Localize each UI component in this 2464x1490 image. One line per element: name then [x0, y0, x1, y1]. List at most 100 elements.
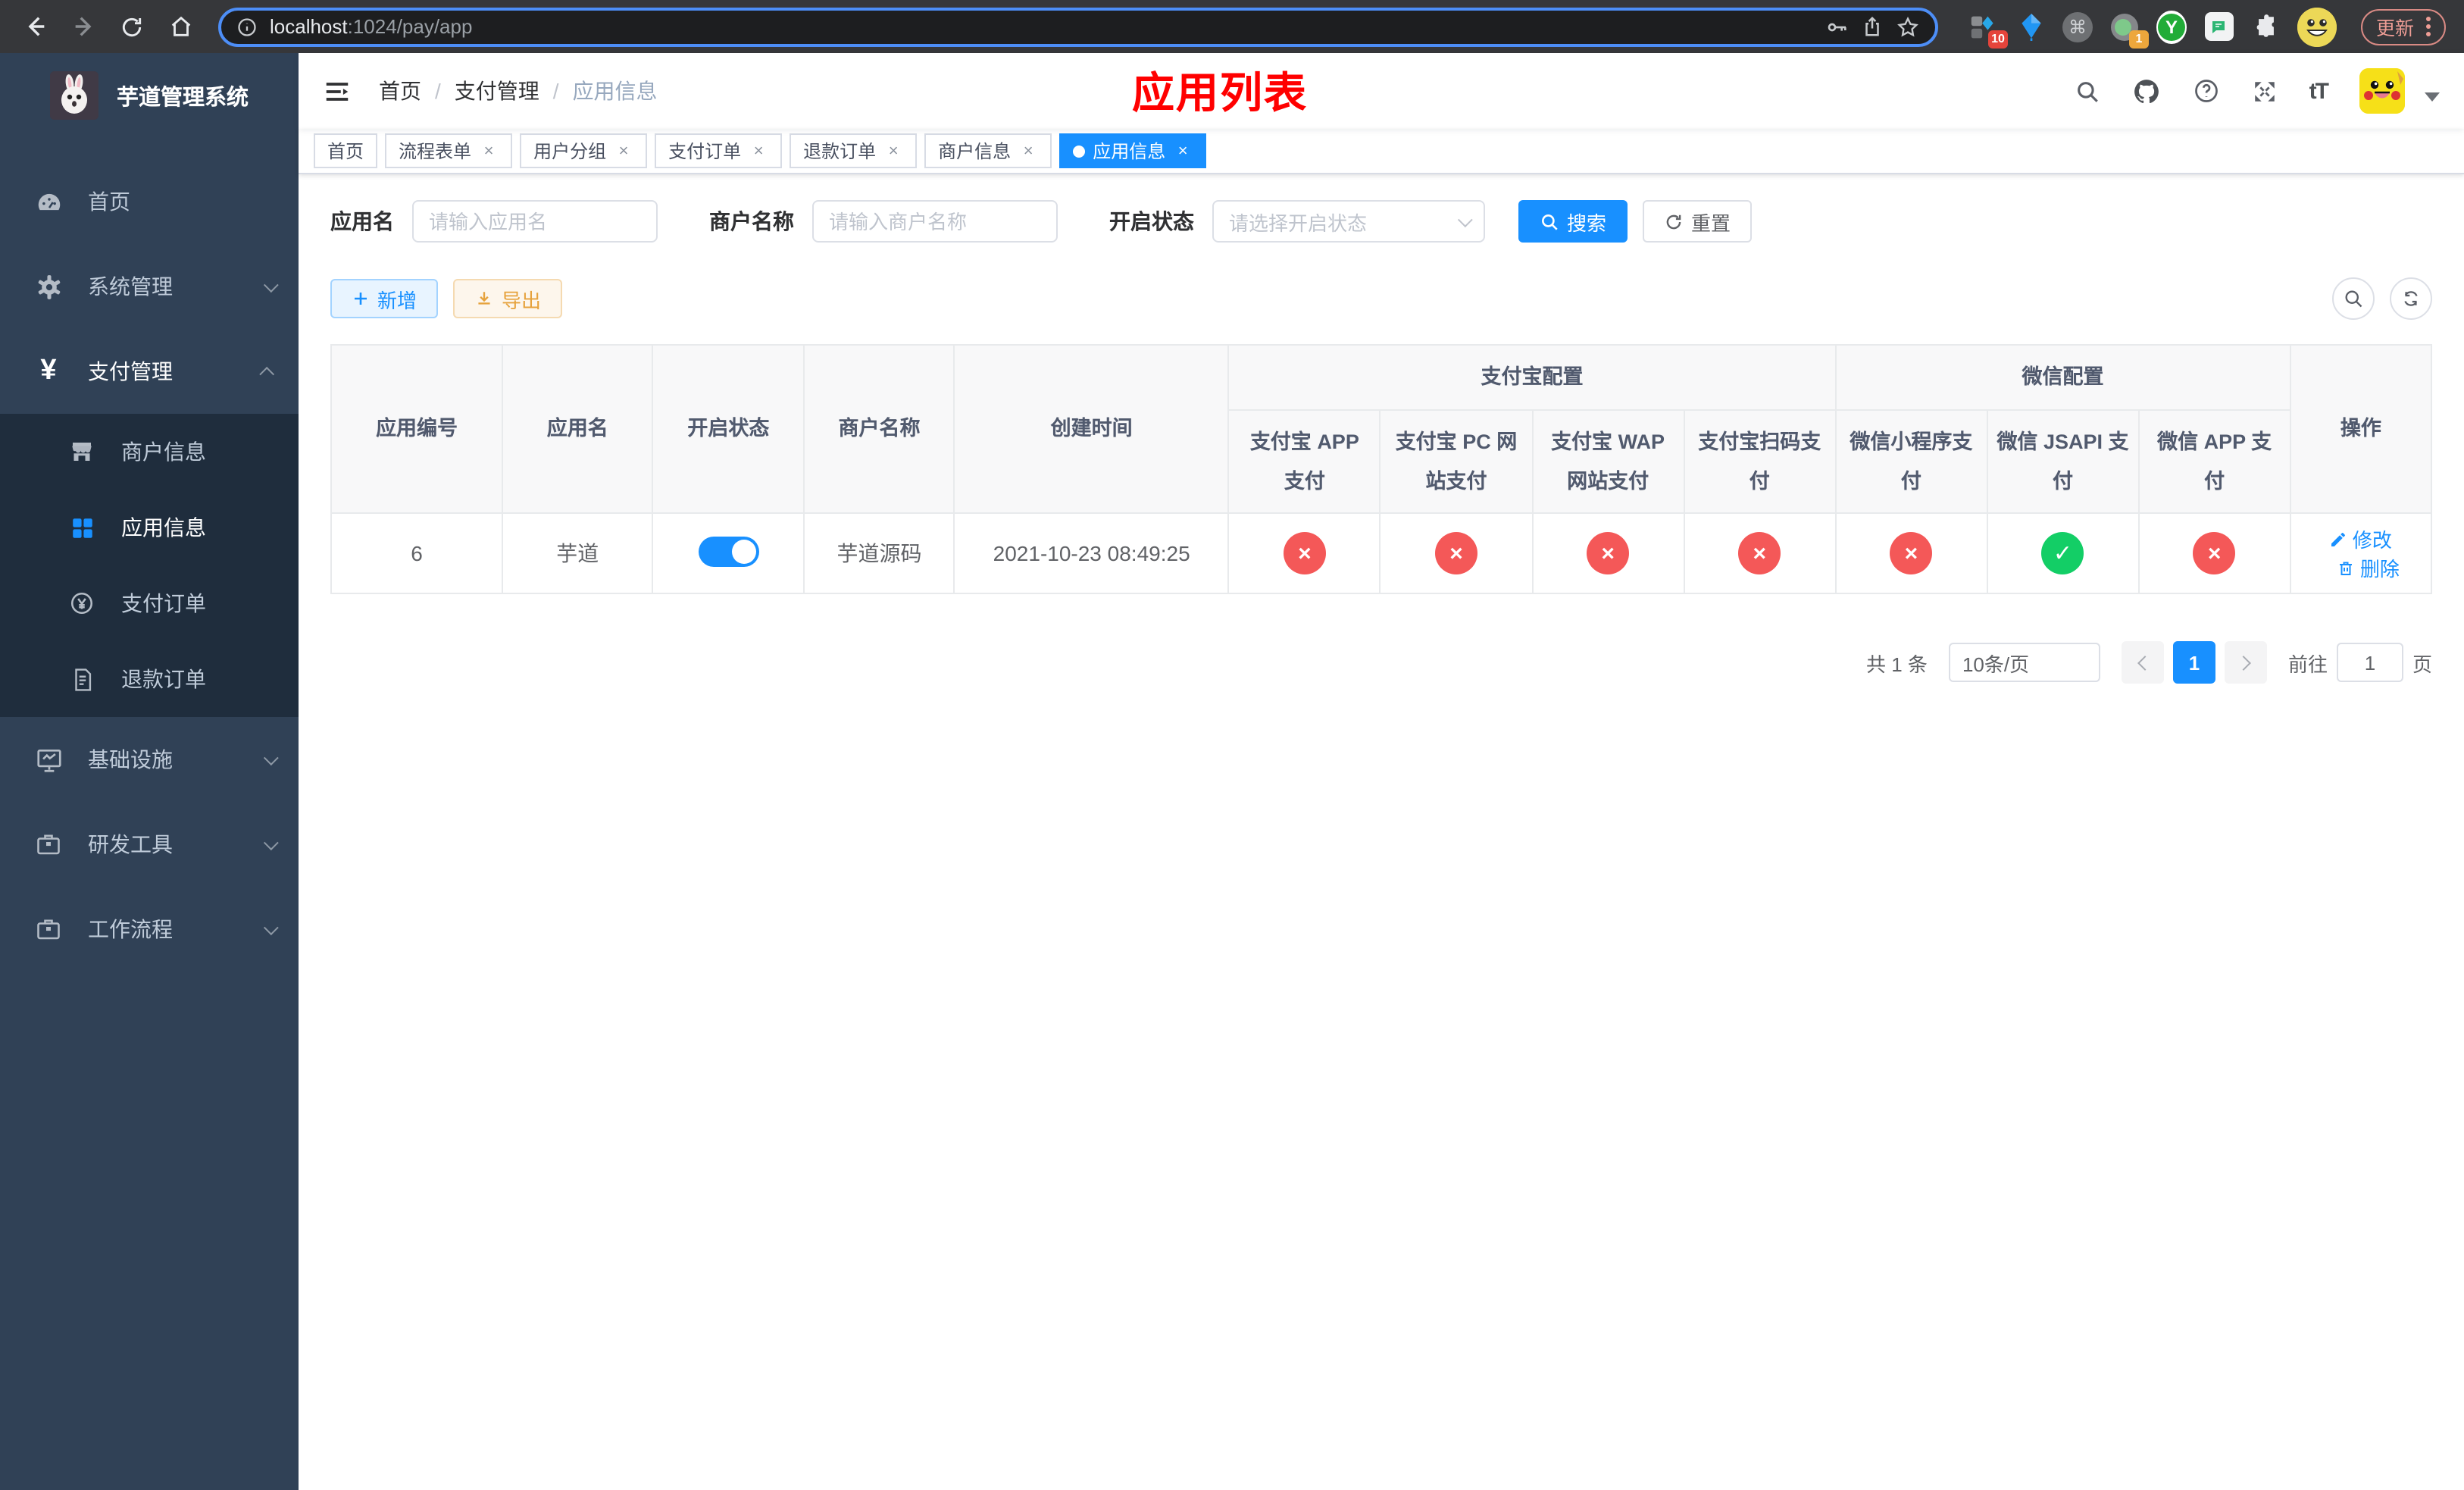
next-page-button[interactable] — [2224, 641, 2267, 684]
tab-app-info[interactable]: 应用信息 × — [1059, 133, 1207, 168]
toggle-search-button[interactable] — [2332, 277, 2375, 320]
close-icon[interactable]: × — [1173, 141, 1193, 161]
yen-icon: ¥ — [40, 355, 57, 387]
tab-user-group[interactable]: 用户分组 × — [520, 133, 648, 168]
pay-order-icon — [67, 590, 97, 617]
briefcase-icon — [33, 916, 64, 943]
extension-chat-icon[interactable] — [2203, 11, 2234, 42]
user-avatar[interactable] — [2359, 68, 2405, 114]
fullscreen-icon[interactable] — [2252, 78, 2278, 104]
page-number-1[interactable]: 1 — [2172, 641, 2215, 684]
sidebar-item-system[interactable]: 系统管理 — [0, 244, 299, 329]
chevron-down-icon — [1457, 211, 1473, 227]
help-icon[interactable] — [2193, 77, 2220, 105]
monitor-chart-icon — [33, 745, 64, 774]
share-icon[interactable] — [1861, 15, 1884, 38]
sidebar-item-home[interactable]: 首页 — [0, 159, 299, 244]
close-icon[interactable]: × — [614, 141, 633, 161]
sidebar-item-merchant-info[interactable]: 商户信息 — [0, 414, 299, 490]
caret-down-icon[interactable] — [2425, 92, 2440, 102]
logo-rabbit-image — [50, 71, 98, 120]
extension-y-icon[interactable]: Y — [2156, 10, 2187, 43]
close-icon[interactable]: × — [479, 141, 499, 161]
breadcrumb-payment[interactable]: 支付管理 — [455, 76, 539, 106]
browser-forward-icon[interactable] — [64, 7, 103, 46]
tab-home[interactable]: 首页 — [314, 133, 378, 168]
cell-created: 2021-10-23 08:49:25 — [953, 512, 1230, 594]
extension-command-icon[interactable]: ⌘ — [2062, 11, 2093, 42]
col-wechat-mini: 微信小程序支付 — [1834, 409, 1988, 514]
github-icon[interactable] — [2132, 77, 2161, 105]
status-toggle[interactable] — [698, 536, 759, 566]
browser-toolbar: localhost:1024/pay/app 10 ⌘ 1 Y 更新 — [0, 0, 2464, 53]
col-alipay-wap: 支付宝 WAP 网站支付 — [1531, 409, 1685, 514]
url-bar[interactable]: localhost:1024/pay/app — [218, 7, 1938, 46]
sidebar-item-pay-order[interactable]: 支付订单 — [0, 565, 299, 641]
close-icon[interactable]: × — [1018, 141, 1038, 161]
page-size-select[interactable]: 10条/页 — [1948, 643, 2100, 682]
grid-icon — [67, 515, 97, 540]
tab-pay-order[interactable]: 支付订单 × — [655, 133, 783, 168]
extensions-area: 10 ⌘ 1 Y — [1956, 7, 2349, 48]
bookmark-star-icon[interactable] — [1896, 14, 1920, 39]
browser-reload-icon[interactable] — [112, 7, 152, 46]
sidebar-item-refund-order[interactable]: 退款订单 — [0, 641, 299, 717]
merchant-name-input[interactable] — [812, 200, 1058, 243]
breadcrumb-current: 应用信息 — [572, 79, 658, 103]
tab-process-form[interactable]: 流程表单 × — [385, 133, 513, 168]
col-group-wechat: 微信配置 — [1834, 344, 2291, 411]
browser-home-icon[interactable] — [161, 7, 200, 46]
channel-status-icon: × — [1890, 532, 1933, 574]
channel-status-icon: × — [1587, 532, 1630, 574]
total-count: 共 1 条 — [1866, 653, 1928, 675]
chevron-down-icon — [263, 919, 279, 935]
close-icon[interactable]: × — [883, 141, 903, 161]
sidebar-logo[interactable]: 芋道管理系统 — [0, 53, 299, 138]
tab-refund-order[interactable]: 退款订单 × — [790, 133, 918, 168]
export-button[interactable]: 导出 — [453, 279, 563, 318]
breadcrumb-home[interactable]: 首页 — [379, 76, 421, 106]
extension-recorder-icon[interactable]: 1 — [2109, 11, 2149, 48]
col-group-alipay: 支付宝配置 — [1227, 344, 1837, 411]
channel-status-icon: × — [1283, 532, 1326, 574]
status-select[interactable]: 请选择开启状态 — [1212, 200, 1485, 243]
sidebar-item-app-info[interactable]: 应用信息 — [0, 490, 299, 565]
sidebar-item-infrastructure[interactable]: 基础设施 — [0, 717, 299, 802]
page-title: 应用列表 — [1131, 70, 1309, 117]
chevron-down-icon — [263, 750, 279, 765]
extensions-puzzle-icon[interactable] — [2250, 11, 2281, 42]
browser-update-button[interactable]: 更新 — [2361, 8, 2447, 45]
col-alipay-app: 支付宝 APP 支付 — [1227, 409, 1381, 514]
add-button[interactable]: 新增 — [330, 279, 439, 318]
sidebar-item-dev-tools[interactable]: 研发工具 — [0, 802, 299, 887]
refresh-button[interactable] — [2390, 277, 2432, 320]
font-size-icon[interactable]: tT — [2309, 78, 2329, 104]
app-name-input[interactable] — [412, 200, 658, 243]
sidebar-item-payment[interactable]: ¥ 支付管理 — [0, 329, 299, 414]
goto-page-input[interactable] — [2336, 643, 2403, 682]
extension-kite-icon[interactable] — [2015, 11, 2046, 42]
briefcase-icon — [33, 831, 64, 858]
browser-menu-icon[interactable] — [2426, 17, 2431, 36]
sidebar-collapse-icon[interactable] — [323, 77, 352, 105]
cell-merchant: 芋道源码 — [803, 512, 955, 594]
reset-button[interactable]: 重置 — [1643, 200, 1753, 243]
tab-merchant-info[interactable]: 商户信息 × — [924, 133, 1052, 168]
browser-back-icon[interactable] — [15, 7, 55, 46]
edit-link[interactable]: 修改 — [2330, 524, 2392, 553]
app-name-label: 应用名 — [330, 209, 394, 233]
close-icon[interactable]: × — [749, 141, 768, 161]
sidebar-item-workflow[interactable]: 工作流程 — [0, 887, 299, 972]
prev-page-button[interactable] — [2121, 641, 2164, 684]
search-button[interactable]: 搜索 — [1518, 200, 1628, 243]
breadcrumb: 首页 / 支付管理 / 应用信息 — [379, 76, 658, 106]
sidebar: 芋道管理系统 首页 系统管理 ¥ 支付管理 商户信息 应用信息 支付订单 退款订… — [0, 53, 299, 1490]
chevron-down-icon — [263, 277, 279, 293]
site-info-icon[interactable] — [236, 16, 258, 37]
col-alipay-qr: 支付宝扫码支付 — [1683, 409, 1837, 514]
browser-profile-avatar[interactable] — [2297, 7, 2337, 46]
password-key-icon[interactable] — [1825, 14, 1849, 39]
delete-link[interactable]: 删除 — [2337, 553, 2400, 582]
extension-pinned-icon[interactable]: 10 — [1968, 11, 2008, 48]
search-icon[interactable] — [2075, 78, 2100, 104]
